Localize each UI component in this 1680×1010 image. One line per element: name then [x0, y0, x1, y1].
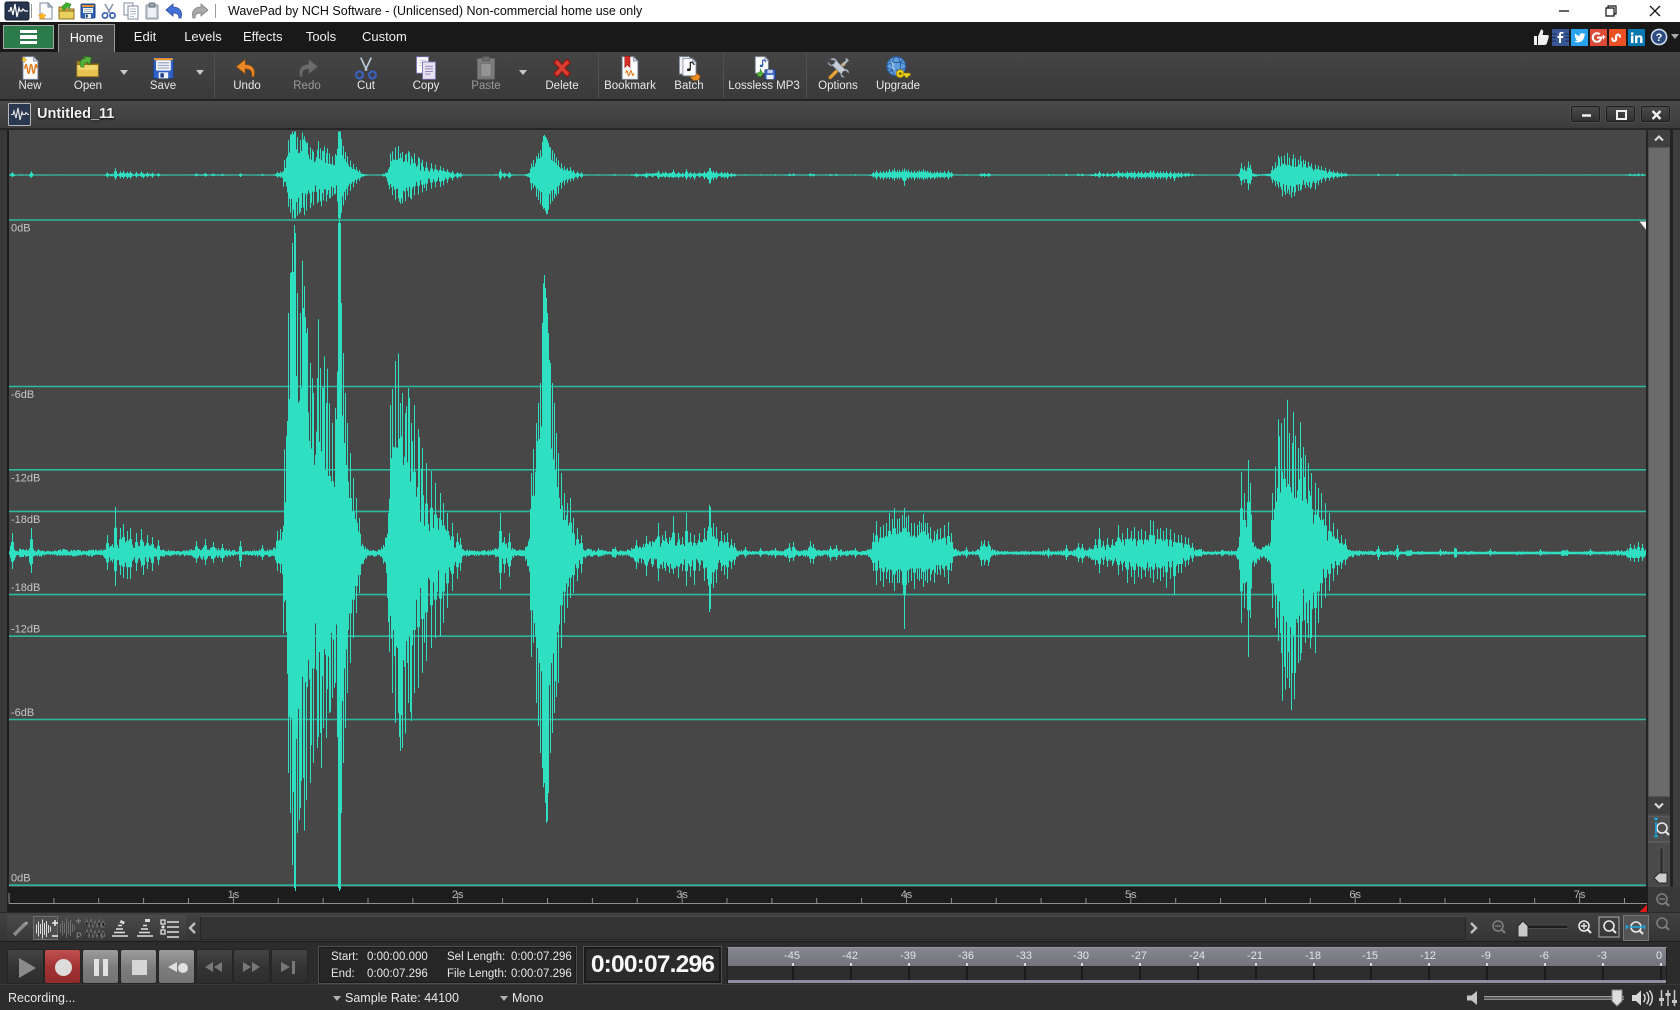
svg-text:6s: 6s [1349, 889, 1361, 901]
svg-text:3s: 3s [676, 889, 688, 901]
svg-text:0dB: 0dB [11, 223, 31, 235]
svg-text:0dB: 0dB [11, 873, 31, 885]
svg-text:?: ? [1656, 32, 1663, 44]
svg-text:-18dB: -18dB [11, 514, 40, 526]
svg-text:2s: 2s [452, 889, 464, 901]
svg-text:5s: 5s [1125, 889, 1137, 901]
svg-text:-12dB: -12dB [11, 624, 40, 636]
svg-text:-12dB: -12dB [11, 472, 40, 484]
svg-text:P: P [101, 934, 106, 940]
svg-text:4s: 4s [901, 889, 913, 901]
svg-text:P: P [76, 931, 82, 940]
svg-text:-6dB: -6dB [11, 707, 34, 719]
svg-text:-6dB: -6dB [11, 389, 34, 401]
svg-text:-18dB: -18dB [11, 582, 40, 594]
svg-text:L: L [101, 923, 105, 930]
svg-text:1s: 1s [228, 889, 240, 901]
svg-text:7s: 7s [1574, 889, 1586, 901]
